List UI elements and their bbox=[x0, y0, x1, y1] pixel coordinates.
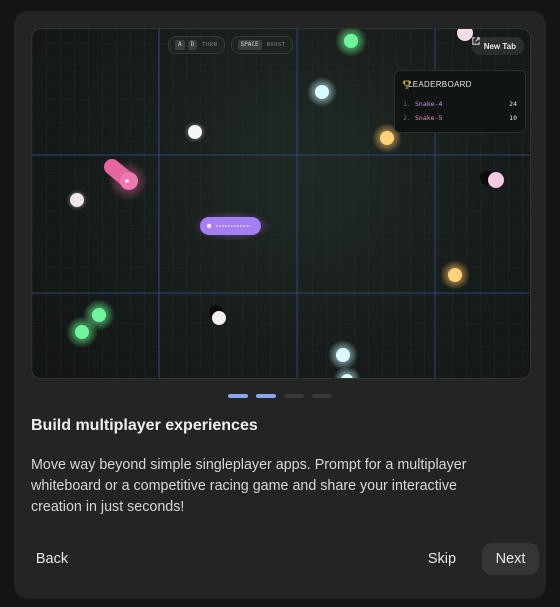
slide-title: Build multiplayer experiences bbox=[31, 417, 258, 434]
boost-label: BOOST bbox=[266, 42, 286, 48]
leaderboard-title: LEADERBOARD bbox=[408, 80, 472, 89]
snake-purple bbox=[192, 211, 272, 241]
leaderboard-header: LEADERBOARD bbox=[403, 80, 472, 89]
game-preview: A D TURN SPACE BOOST New Tab LEADERBOARD bbox=[31, 28, 531, 379]
turn-control-hint: A D TURN bbox=[168, 36, 225, 54]
boost-control-hint: SPACE BOOST bbox=[230, 36, 293, 54]
leaderboard-player-name: Snake-5 bbox=[415, 114, 443, 122]
leaderboard-row: 2. Snake-5 10 bbox=[403, 113, 517, 123]
key-a: A bbox=[175, 40, 185, 50]
food-white-2 bbox=[66, 189, 88, 211]
turn-label: TURN bbox=[202, 42, 218, 48]
page-indicator-4[interactable] bbox=[312, 394, 332, 398]
page-indicator-2[interactable] bbox=[256, 394, 276, 398]
page-indicator-1[interactable] bbox=[228, 394, 248, 398]
skip-button[interactable]: Skip bbox=[414, 543, 470, 575]
leaderboard-player-name: Snake-4 bbox=[415, 100, 443, 108]
page-indicator-3[interactable] bbox=[284, 394, 304, 398]
food-orange-2 bbox=[440, 260, 470, 290]
leaderboard-rank: 2. bbox=[403, 114, 411, 122]
leaderboard-row: 1. Snake-4 24 bbox=[403, 99, 517, 109]
food-white-1 bbox=[184, 121, 206, 143]
key-d: D bbox=[187, 40, 198, 50]
new-tab-label: New Tab bbox=[483, 41, 516, 51]
food-green-3 bbox=[66, 316, 98, 348]
new-tab-button[interactable]: New Tab bbox=[471, 37, 524, 55]
food-cyan-2 bbox=[328, 340, 358, 370]
leaderboard-panel: LEADERBOARD 1. Snake-4 24 2. Snake-5 10 bbox=[394, 70, 526, 133]
leaderboard-score: 24 bbox=[509, 100, 517, 108]
key-space: SPACE bbox=[237, 40, 262, 50]
onboarding-dialog: A D TURN SPACE BOOST New Tab LEADERBOARD bbox=[14, 11, 546, 599]
slide-description: Move way beyond simple singleplayer apps… bbox=[31, 457, 467, 515]
leaderboard-score: 10 bbox=[509, 114, 517, 122]
snake-pink bbox=[104, 159, 148, 201]
controls-hud: A D TURN SPACE BOOST bbox=[168, 36, 293, 54]
leaderboard-rank: 1. bbox=[403, 100, 411, 108]
back-button[interactable]: Back bbox=[22, 543, 82, 575]
food-cyan-1 bbox=[307, 77, 337, 107]
next-button[interactable]: Next bbox=[482, 543, 539, 575]
pagination-dots bbox=[14, 394, 546, 398]
